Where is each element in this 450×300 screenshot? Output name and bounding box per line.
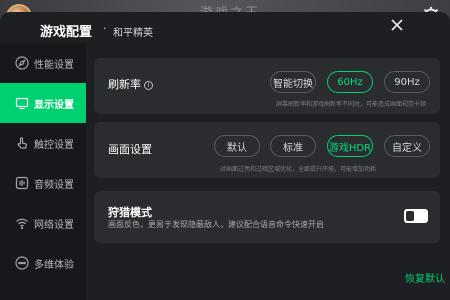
sniper-mode-desc: 画面反色，更易于发现隐蔽敌人，建议配合语音命令快速开启 — [108, 220, 324, 229]
page-title: 游戏配置 — [40, 25, 93, 40]
sidebar-item-touch[interactable]: 触控设置 — [0, 123, 86, 163]
toggle-knob — [406, 211, 414, 221]
close-icon[interactable] — [389, 17, 405, 33]
option-standard[interactable]: 标准 — [270, 135, 316, 157]
sidebar-item-label: 显示设置 — [34, 99, 74, 111]
option-90hz[interactable]: 90Hz — [384, 71, 430, 93]
sidebar-item-network[interactable]: 网络设置 — [0, 203, 86, 243]
audio-icon — [15, 176, 29, 190]
refresh-rate-hint: 屏幕刷新率和游戏刷新率不同时，可能造成画面视觉卡顿 — [276, 101, 427, 108]
option-default[interactable]: 默认 — [214, 135, 260, 157]
sniper-mode-title: 狩猎模式 — [108, 206, 152, 219]
info-icon[interactable]: i — [144, 81, 153, 90]
picture-settings-label: 画面设置 — [108, 143, 152, 156]
sidebar-item-label: 触控设置 — [34, 139, 74, 151]
refresh-rate-card: 刷新率 i 智能切换 60Hz 90Hz 屏幕刷新率和游戏刷新率不同时，可能造成画… — [94, 58, 440, 114]
refresh-rate-label: 刷新率 i — [108, 76, 153, 92]
title-separator: · — [103, 22, 107, 35]
option-custom[interactable]: 自定义 — [384, 135, 430, 157]
sidebar-item-experience[interactable]: 多维体验 — [0, 243, 86, 283]
sidebar-item-audio[interactable]: 音频设置 — [0, 163, 86, 203]
sidebar-item-label: 网络设置 — [34, 219, 74, 231]
picture-settings-hint: 对画面过亮和过暗区域优化，全面提升环境，可能增加功耗 — [220, 166, 377, 173]
option-game-hdr[interactable]: 游戏HDR — [327, 135, 373, 157]
option-60hz[interactable]: 60Hz — [327, 71, 373, 93]
more-icon — [15, 256, 29, 270]
sidebar-item-performance[interactable]: 性能设置 — [0, 43, 86, 83]
game-name: 和平精英 — [113, 28, 153, 39]
restore-default-button[interactable]: 恢复默认 — [405, 270, 445, 285]
wifi-icon — [16, 218, 28, 229]
sidebar: 性能设置 显示设置 触控设置 音频设置 网络设置 多维体验 — [0, 43, 86, 300]
sniper-mode-toggle[interactable] — [404, 209, 428, 223]
touch-icon — [17, 137, 27, 149]
sidebar-item-label: 多维体验 — [34, 259, 74, 271]
compass-icon — [15, 56, 29, 70]
sniper-mode-card: 狩猎模式 画面反色，更易于发现隐蔽敌人，建议配合语音命令快速开启 — [94, 191, 440, 243]
option-smart-switch[interactable]: 智能切换 — [270, 71, 316, 93]
sidebar-item-display[interactable]: 显示设置 — [0, 83, 86, 123]
display-icon — [15, 97, 29, 110]
sidebar-item-label: 音频设置 — [34, 179, 74, 191]
picture-settings-card: 画面设置 默认 标准 游戏HDR 自定义 对画面过亮和过暗区域优化，全面提升环境… — [94, 122, 440, 178]
sidebar-item-label: 性能设置 — [34, 59, 74, 71]
